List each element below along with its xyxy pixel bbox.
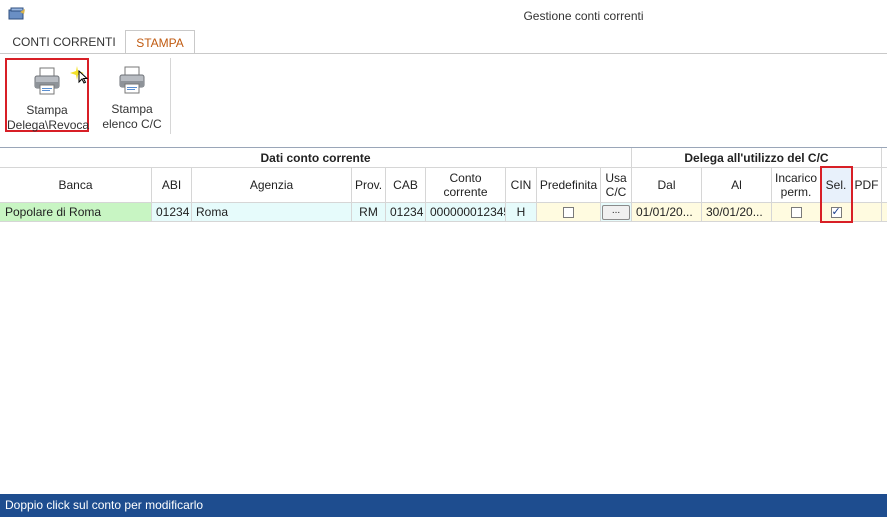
column-header-next xyxy=(882,168,887,203)
group-header-dati: Dati conto corrente xyxy=(0,148,632,168)
column-header-al[interactable]: Al xyxy=(702,168,772,203)
cell-al[interactable]: 30/01/20... xyxy=(702,203,772,222)
incarico-perm-checkbox[interactable] xyxy=(790,206,802,218)
group-header-delega: Delega all'utilizzo del C/C xyxy=(632,148,882,168)
column-header-agenzia[interactable]: Agenzia xyxy=(192,168,352,203)
ribbon-tabs: CONTI CORRENTI STAMPA xyxy=(0,30,887,54)
stampa-delega-line1: Stampa xyxy=(26,103,68,117)
column-header-usa-cc[interactable]: Usa C/C xyxy=(601,168,632,203)
column-header-conto-corrente[interactable]: Conto corrente xyxy=(426,168,506,203)
cell-usa-cc: ... xyxy=(601,203,632,222)
column-header-pdf[interactable]: PDF xyxy=(852,168,882,203)
cell-next xyxy=(882,203,887,222)
column-header-usa-line2: C/C xyxy=(605,185,627,199)
cell-cab[interactable]: 01234 xyxy=(386,203,426,222)
column-header-dal[interactable]: Dal xyxy=(632,168,702,203)
cell-prov[interactable]: RM xyxy=(352,203,386,222)
usa-cc-button[interactable]: ... xyxy=(602,204,630,220)
stampa-elenco-line2: elenco C/C xyxy=(102,117,162,131)
stampa-elenco-line1: Stampa xyxy=(111,102,153,116)
column-header-incarico-perm[interactable]: Incarico perm. xyxy=(772,168,821,203)
printer-icon xyxy=(34,67,60,95)
cell-pdf[interactable] xyxy=(852,203,882,222)
stampa-elenco-cc-button[interactable]: Stampa elenco C/C xyxy=(100,59,164,131)
group-header-next xyxy=(882,148,887,168)
column-header-incarico-line1: Incarico xyxy=(774,171,818,185)
title-bar: Gestione conti correnti xyxy=(0,0,887,30)
cell-predefinita xyxy=(537,203,601,222)
column-header-sel[interactable]: Sel. xyxy=(821,168,852,203)
conti-grid: Dati conto corrente Delega all'utilizzo … xyxy=(0,147,887,494)
column-header-usa-line1: Usa xyxy=(605,171,627,185)
column-header-conto-line1: Conto xyxy=(449,171,482,185)
status-bar: Doppio click sul conto per modificarlo xyxy=(0,494,887,517)
ribbon-separator xyxy=(170,58,171,134)
cell-sel xyxy=(821,203,852,222)
predefinita-checkbox[interactable] xyxy=(563,206,574,218)
printer-icon xyxy=(119,66,145,94)
tab-conti-correnti[interactable]: CONTI CORRENTI xyxy=(5,30,123,54)
cell-dal[interactable]: 01/01/20... xyxy=(632,203,702,222)
column-header-cab[interactable]: CAB xyxy=(386,168,426,203)
mouse-cursor-icon xyxy=(78,70,88,84)
stampa-delega-line2: Delega\Revoca xyxy=(7,118,90,132)
column-header-prov[interactable]: Prov. xyxy=(352,168,386,203)
column-header-banca[interactable]: Banca xyxy=(0,168,152,203)
column-header-incarico-line2: perm. xyxy=(780,185,812,199)
cell-conto-corrente[interactable]: 000000012345 xyxy=(426,203,506,222)
sel-checkbox[interactable] xyxy=(830,205,842,219)
column-header-abi[interactable]: ABI xyxy=(152,168,192,203)
tab-stampa[interactable]: STAMPA xyxy=(125,30,195,54)
cell-incarico-perm xyxy=(772,203,821,222)
cell-agenzia[interactable]: Roma xyxy=(192,203,352,222)
column-header-cin[interactable]: CIN xyxy=(506,168,537,203)
window-title: Gestione conti correnti xyxy=(523,9,644,23)
column-header-predefinita[interactable]: Predefinita xyxy=(537,168,601,203)
ribbon: Stampa Delega\Revoca Stampa elenco C/C xyxy=(0,53,887,140)
cell-abi[interactable]: 01234 xyxy=(152,203,192,222)
cell-banca[interactable]: Popolare di Roma xyxy=(0,203,152,222)
column-header-conto-line2: corrente xyxy=(443,185,488,199)
cell-cin[interactable]: H xyxy=(506,203,537,222)
